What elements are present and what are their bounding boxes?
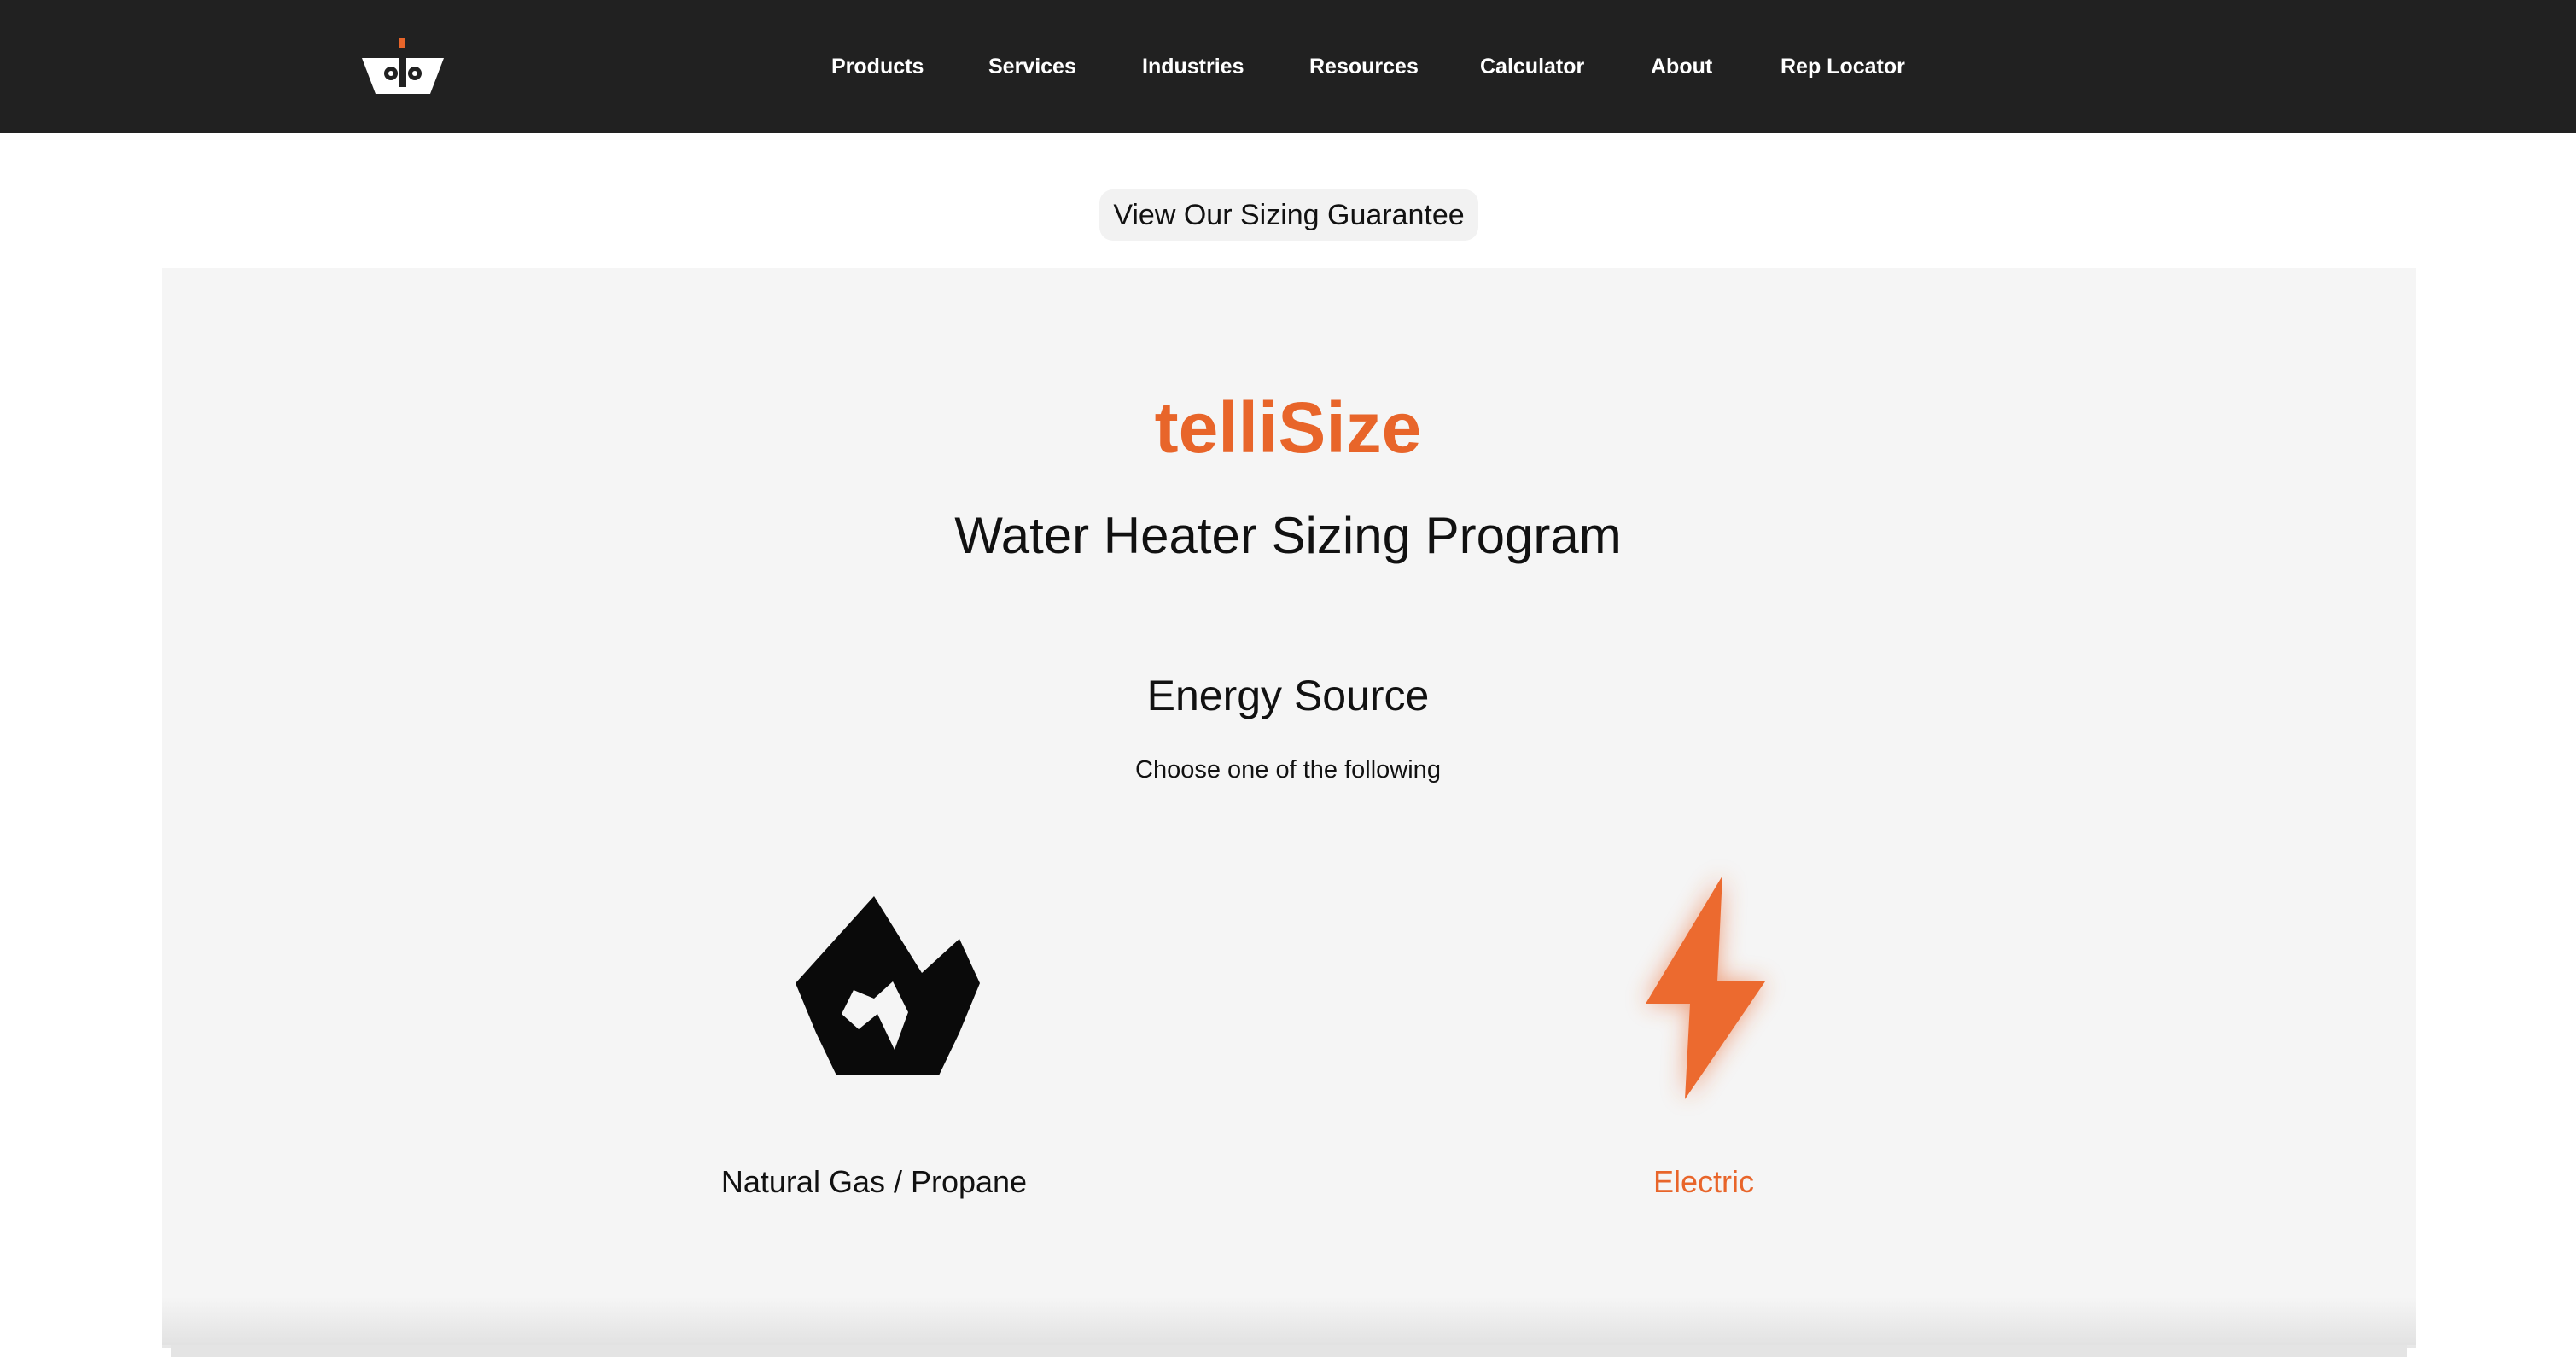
energy-source-instructions: Choose one of the following bbox=[1135, 756, 1441, 783]
nav-item-industries[interactable]: Industries bbox=[1142, 50, 1244, 84]
main-nav: Products Services Industries Resources C… bbox=[0, 0, 2576, 133]
top-navigation-bar: Products Services Industries Resources C… bbox=[0, 0, 2576, 133]
page-title: Water Heater Sizing Program bbox=[954, 507, 1622, 564]
nav-item-calculator[interactable]: Calculator bbox=[1480, 50, 1584, 84]
view-sizing-guarantee-button[interactable]: View Our Sizing Guarantee bbox=[1099, 189, 1478, 241]
option-natural-gas-propane[interactable]: Natural Gas / Propane bbox=[618, 845, 1130, 1220]
nav-item-rep-locator[interactable]: Rep Locator bbox=[1780, 50, 1905, 84]
panel-shadow bbox=[162, 1297, 2416, 1348]
nav-item-about[interactable]: About bbox=[1651, 50, 1712, 84]
lightning-bolt-icon bbox=[1448, 845, 1960, 1135]
nav-item-services[interactable]: Services bbox=[988, 50, 1076, 84]
flame-icon bbox=[618, 845, 1130, 1135]
tellisize-brand-title: telliSize bbox=[1154, 387, 1422, 468]
nav-item-resources[interactable]: Resources bbox=[1309, 50, 1419, 84]
option-label: Natural Gas / Propane bbox=[720, 1164, 1028, 1199]
energy-source-heading: Energy Source bbox=[1146, 672, 1430, 719]
next-section-edge bbox=[171, 1345, 2407, 1357]
nav-item-products[interactable]: Products bbox=[831, 50, 924, 84]
option-label: Electric bbox=[1652, 1164, 1755, 1199]
option-electric[interactable]: Electric bbox=[1448, 845, 1960, 1220]
